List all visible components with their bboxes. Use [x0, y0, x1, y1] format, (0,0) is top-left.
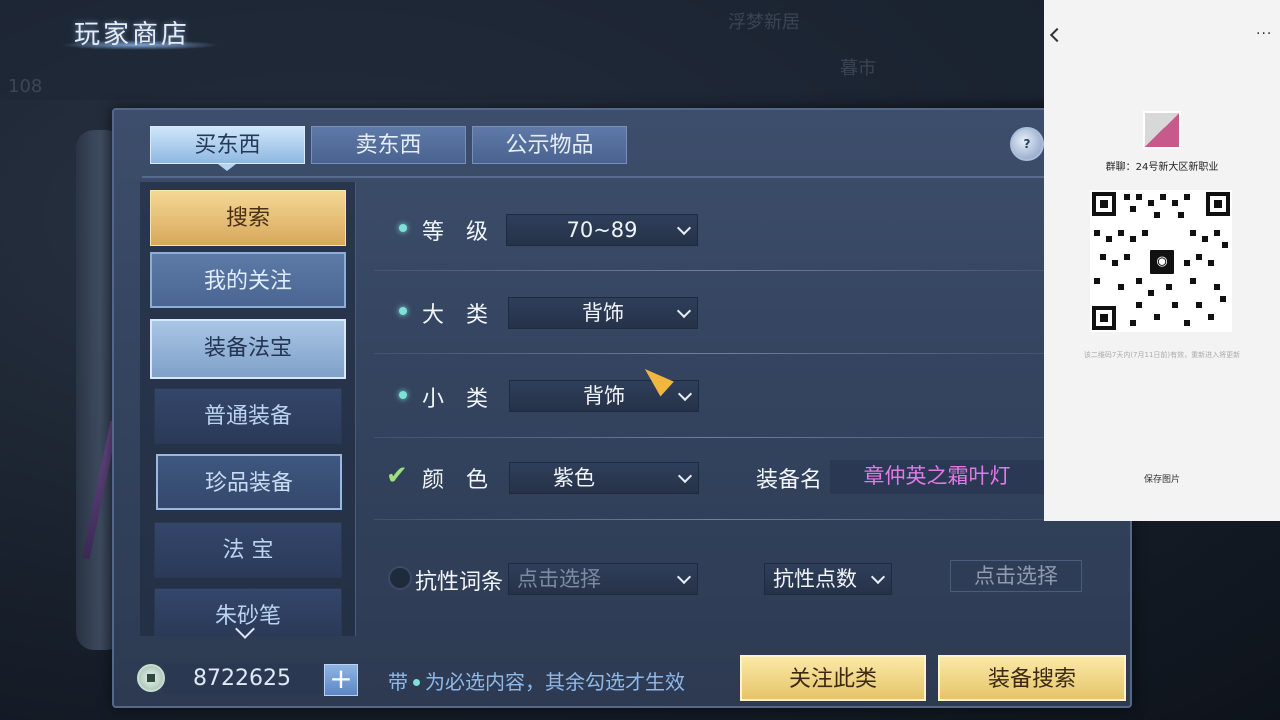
chevron-down-icon: [676, 220, 692, 236]
color-label: 颜 色: [422, 468, 489, 493]
resist-points-label: 抗性点数: [773, 567, 857, 591]
tabs-divider: [142, 176, 1044, 178]
color-select[interactable]: 紫色: [509, 462, 699, 494]
level-label: 等 级: [422, 220, 489, 245]
subcategory-label: 小 类: [422, 387, 489, 412]
qr-finder-pattern: [1092, 306, 1116, 330]
equip-name-label: 装备名: [756, 468, 823, 493]
resist-entry-label: 抗性词条: [415, 570, 504, 595]
resist-entry-select[interactable]: 点击选择: [508, 563, 698, 595]
add-currency-button[interactable]: +: [324, 664, 358, 696]
background-number: 108: [8, 76, 43, 97]
sidebar-item-my-follows[interactable]: 我的关注: [150, 252, 346, 308]
required-dot-icon: [399, 391, 407, 399]
required-hint: 带为必选内容，其余勾选才生效: [388, 666, 685, 695]
help-icon[interactable]: ?: [1010, 127, 1044, 161]
chevron-down-icon: [677, 468, 693, 484]
background-label: 暮市: [840, 58, 876, 79]
required-dot-icon: [413, 678, 420, 686]
sidebar-item-rare-equip[interactable]: 珍品装备: [156, 454, 342, 510]
qr-validity-note: 该二维码7天内(7月11日前)有效，重新进入将更新: [1083, 351, 1241, 359]
equip-name-field[interactable]: 章仲英之霜叶灯: [830, 460, 1044, 494]
resist-entry-checkbox[interactable]: [388, 566, 412, 590]
resist-points-button[interactable]: 点击选择: [950, 560, 1082, 592]
sidebar-item-magic-treasure[interactable]: 法 宝: [154, 522, 342, 578]
level-select[interactable]: 70~89: [506, 214, 698, 246]
chevron-down-icon: [676, 303, 692, 319]
tab-sell[interactable]: 卖东西: [311, 126, 466, 164]
active-tab-indicator: [218, 164, 236, 171]
tab-buy[interactable]: 买东西: [150, 126, 305, 164]
equip-search-button[interactable]: 装备搜索: [938, 655, 1126, 701]
wechat-logo-icon: ◉: [1147, 247, 1177, 277]
required-dot-icon: [399, 224, 407, 232]
chevron-down-icon: [870, 569, 886, 585]
row-divider: [374, 270, 1044, 271]
subcategory-value: 背饰: [583, 384, 625, 408]
follow-category-button[interactable]: 关注此类: [740, 655, 926, 701]
background-label: 浮梦新居: [728, 12, 800, 33]
category-label: 大 类: [422, 303, 489, 328]
required-dot-icon: [399, 307, 407, 315]
qr-finder-pattern: [1206, 192, 1230, 216]
checkmark-icon[interactable]: ✔: [386, 463, 414, 489]
row-divider: [374, 519, 1044, 520]
save-image-button[interactable]: 保存图片: [1044, 472, 1280, 485]
category-value: 背饰: [582, 301, 624, 325]
group-avatar: [1143, 111, 1181, 149]
sidebar-item-equip-treasure[interactable]: 装备法宝: [150, 319, 346, 379]
row-divider: [374, 353, 1044, 354]
currency-amount: 8722625: [162, 664, 322, 694]
level-value: 70~89: [566, 218, 638, 242]
color-value: 紫色: [553, 466, 595, 490]
chevron-down-icon: [677, 386, 693, 402]
more-menu-icon[interactable]: ···: [1256, 26, 1272, 42]
sidebar-item-search[interactable]: 搜索: [150, 190, 346, 246]
sidebar-item-normal-equip[interactable]: 普通装备: [154, 388, 342, 444]
resist-points-select[interactable]: 抗性点数: [764, 563, 892, 595]
chevron-down-icon: [676, 569, 692, 585]
hint-suffix: 为必选内容，其余勾选才生效: [425, 670, 685, 694]
qr-finder-pattern: [1092, 192, 1116, 216]
tab-public-items[interactable]: 公示物品: [472, 126, 627, 164]
resist-entry-placeholder: 点击选择: [517, 567, 601, 591]
group-name: 群聊：24号新大区新职业: [1105, 162, 1219, 173]
page-title: 玩家商店: [74, 20, 191, 50]
row-divider: [374, 437, 1044, 438]
category-select[interactable]: 背饰: [508, 297, 698, 329]
coin-icon: [137, 664, 165, 692]
hint-prefix: 带: [388, 670, 408, 694]
